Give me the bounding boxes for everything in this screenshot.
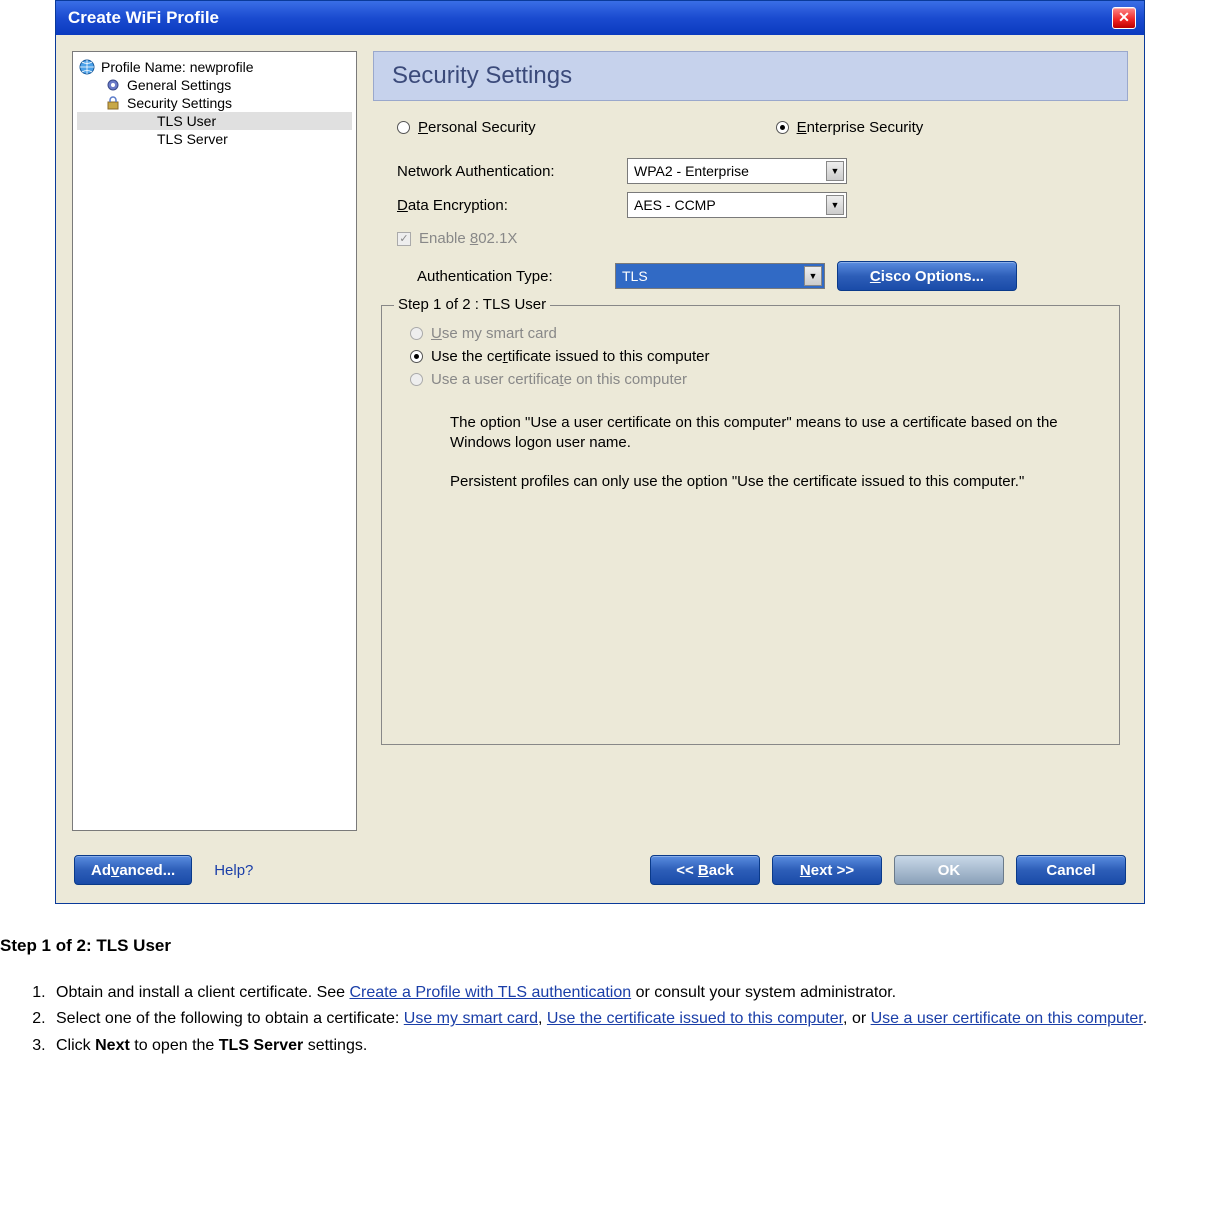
link-use-cert-user[interactable]: Use a user certificate on this computer (871, 1010, 1143, 1027)
tree-general-settings[interactable]: General Settings (77, 76, 352, 94)
dialog-title: Create WiFi Profile (68, 8, 219, 28)
data-encryption-label: DData Encryption:ata Encryption: (397, 197, 627, 214)
radio-icon (410, 327, 423, 340)
network-auth-label: Network Authentication: (397, 163, 627, 180)
explanation-text: The option "Use a user certificate on th… (400, 407, 1101, 492)
tls-user-fieldset: Step 1 of 2 : TLS User Use my smart card… (381, 305, 1120, 745)
explain-para-1: The option "Use a user certificate on th… (450, 413, 1081, 454)
tree-label: General Settings (127, 77, 231, 93)
radio-icon (397, 121, 410, 134)
chevron-down-icon: ▼ (826, 195, 844, 215)
radio-label: Use a user certificate on this computerU… (431, 371, 687, 388)
wifi-profile-dialog: Create WiFi Profile ✕ Profile Name: newp… (55, 0, 1145, 904)
doc-step-1: Obtain and install a client certificate.… (50, 982, 1197, 1004)
dialog-footer: Advanced...Advanced... Help? << Back<< B… (56, 841, 1144, 903)
gear-icon (105, 77, 121, 93)
titlebar: Create WiFi Profile ✕ (56, 1, 1144, 35)
link-create-profile-tls[interactable]: Create a Profile with TLS authentication (350, 984, 632, 1001)
tree-label: Profile Name: newprofile (101, 59, 254, 75)
enable-8021x-checkbox: ✓ Enable 802.1XEnable 802.1X (373, 222, 1128, 257)
radio-icon (410, 373, 423, 386)
explain-para-2: Persistent profiles can only use the opt… (450, 472, 1081, 492)
radio-enterprise-security[interactable]: EEnterprise Securitynterprise Security (776, 119, 924, 136)
cisco-options-button[interactable]: Cisco Options...Cisco Options... (837, 261, 1017, 291)
radio-use-smart-card: Use my smart cardUse my smart card (410, 322, 1101, 345)
content-panel: Security Settings PPersonal Securityerso… (373, 51, 1128, 831)
radio-icon (776, 121, 789, 134)
auth-type-label: Authentication Type: (417, 268, 603, 285)
radio-icon (410, 350, 423, 363)
fieldset-legend: Step 1 of 2 : TLS User (394, 296, 550, 313)
radio-label: PPersonal Securityersonal Security (418, 119, 536, 136)
radio-personal-security[interactable]: PPersonal Securityersonal Security (397, 119, 536, 136)
tree-security-settings[interactable]: Security Settings (77, 94, 352, 112)
tree-tls-server[interactable]: TLS Server (77, 130, 352, 148)
tree-label: TLS Server (157, 131, 228, 147)
data-encryption-select[interactable]: AES - CCMP ▼ (627, 192, 847, 218)
doc-step-2: Select one of the following to obtain a … (50, 1008, 1197, 1030)
radio-label: Use the certificate issued to this compu… (431, 348, 709, 365)
doc-section: Step 1 of 2: TLS User Obtain and install… (0, 934, 1205, 1057)
next-button[interactable]: Next >>Next >> (772, 855, 882, 885)
checkbox-label: Enable 802.1XEnable 802.1X (419, 230, 517, 247)
radio-use-cert-user: Use a user certificate on this computerU… (410, 368, 1101, 391)
tree-label: TLS User (157, 113, 216, 129)
close-icon[interactable]: ✕ (1112, 7, 1136, 29)
ok-button[interactable]: OK (894, 855, 1004, 885)
tree-profile-name[interactable]: Profile Name: newprofile (77, 58, 352, 76)
globe-icon (79, 59, 95, 75)
select-value: AES - CCMP (634, 197, 716, 213)
tree-tls-user[interactable]: TLS User (77, 112, 352, 130)
doc-heading: Step 1 of 2: TLS User (0, 934, 1197, 958)
select-value: TLS (622, 268, 648, 284)
link-use-smart-card[interactable]: Use my smart card (404, 1010, 538, 1027)
link-use-cert-computer[interactable]: Use the certificate issued to this compu… (547, 1010, 843, 1027)
cancel-button[interactable]: Cancel (1016, 855, 1126, 885)
radio-use-cert-computer[interactable]: Use the certificate issued to this compu… (410, 345, 1101, 368)
advanced-button[interactable]: Advanced...Advanced... (74, 855, 192, 885)
tree-label: Security Settings (127, 95, 232, 111)
checkbox-icon: ✓ (397, 232, 411, 246)
network-auth-select[interactable]: WPA2 - Enterprise ▼ (627, 158, 847, 184)
radio-label: EEnterprise Securitynterprise Security (797, 119, 924, 136)
help-link[interactable]: Help? (214, 862, 253, 879)
chevron-down-icon: ▼ (804, 266, 822, 286)
doc-step-3: Click Next to open the TLS Server settin… (50, 1035, 1197, 1057)
chevron-down-icon: ▼ (826, 161, 844, 181)
panel-header: Security Settings (373, 51, 1128, 101)
back-button[interactable]: << Back<< Back (650, 855, 760, 885)
auth-type-select[interactable]: TLS ▼ (615, 263, 825, 289)
lock-icon (105, 95, 121, 111)
select-value: WPA2 - Enterprise (634, 163, 749, 179)
radio-label: Use my smart cardUse my smart card (431, 325, 557, 342)
nav-tree: Profile Name: newprofile General Setting… (72, 51, 357, 831)
